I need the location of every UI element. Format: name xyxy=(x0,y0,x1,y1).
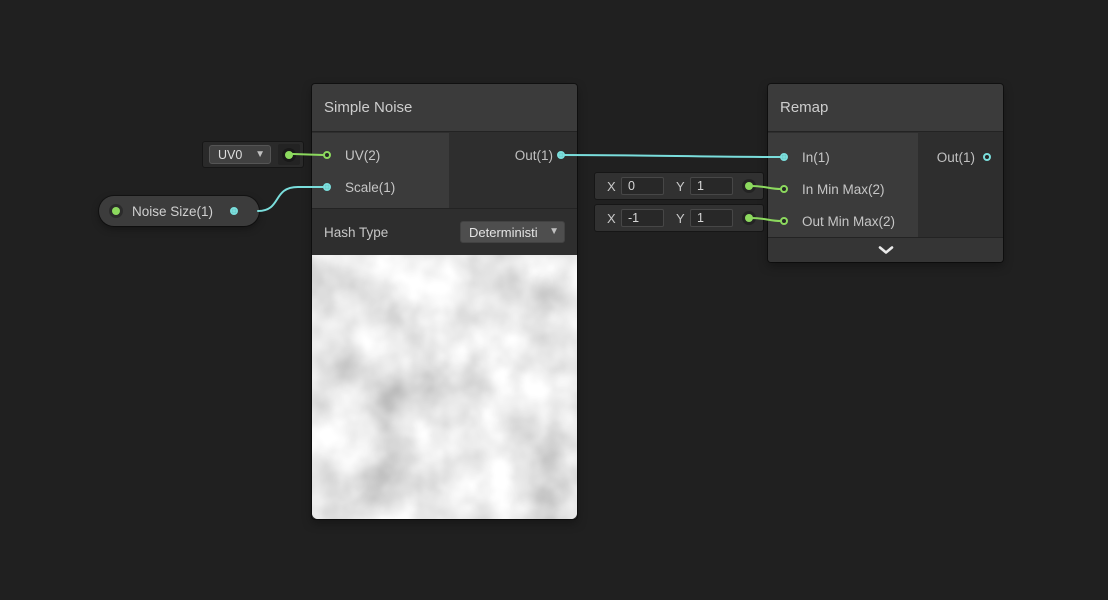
port-label-uv: UV(2) xyxy=(345,144,380,166)
hash-type-dropdown[interactable]: Deterministi ▼ xyxy=(460,221,565,243)
port-label-scale: Scale(1) xyxy=(345,176,395,198)
port-label-in-min-max: In Min Max(2) xyxy=(802,178,885,200)
x-value-field[interactable]: 0 xyxy=(621,177,664,195)
port-connected-dot xyxy=(782,155,786,159)
node-remap[interactable]: Remap In(1) In Min Max(2) Out Min Max(2)… xyxy=(768,84,1003,262)
widget-connector-dot[interactable] xyxy=(745,214,753,222)
node-expand-bar[interactable] xyxy=(768,237,1003,262)
port-uv-input[interactable] xyxy=(323,151,331,159)
hash-type-row: Hash Type Deterministi ▼ xyxy=(312,208,577,255)
chevron-down-icon: ▼ xyxy=(549,227,559,237)
y-value-field[interactable]: 1 xyxy=(690,177,733,195)
y-value-field[interactable]: 1 xyxy=(690,209,733,227)
noise-preview-image xyxy=(312,255,577,519)
node-simple-noise[interactable]: Simple Noise UV(2) Scale(1) Out(1) Hash … xyxy=(312,84,577,519)
uv-channel-value: UV0 xyxy=(218,148,242,162)
property-label: Noise Size(1) xyxy=(132,204,213,219)
node-title[interactable]: Remap xyxy=(768,84,1003,132)
chevron-down-icon: ▼ xyxy=(255,150,265,160)
widget-connector-dot[interactable] xyxy=(285,151,293,159)
widget-port-cell xyxy=(278,144,300,165)
node-title[interactable]: Simple Noise xyxy=(312,84,577,132)
hash-type-label: Hash Type xyxy=(324,225,388,240)
port-out-output[interactable] xyxy=(557,151,565,159)
uv-channel-widget: UV0 ▼ xyxy=(203,142,303,167)
port-connected-dot xyxy=(325,185,329,189)
y-axis-label: Y xyxy=(676,179,690,194)
port-scale-input[interactable] xyxy=(323,183,331,191)
uv-channel-dropdown[interactable]: UV0 ▼ xyxy=(209,145,271,164)
hash-type-value: Deterministi xyxy=(469,225,538,240)
x-axis-label: X xyxy=(607,211,621,226)
shader-graph-canvas[interactable]: Simple Noise UV(2) Scale(1) Out(1) Hash … xyxy=(0,0,1108,600)
port-label-in: In(1) xyxy=(802,146,830,168)
x-value-field[interactable]: -1 xyxy=(621,209,664,227)
port-label-out: Out(1) xyxy=(515,144,553,166)
y-axis-label: Y xyxy=(676,211,690,226)
port-property-output[interactable] xyxy=(230,207,238,215)
port-in-input[interactable] xyxy=(780,153,788,161)
widget-connector-dot[interactable] xyxy=(745,182,753,190)
port-label-out: Out(1) xyxy=(937,146,975,168)
x-axis-label: X xyxy=(607,179,621,194)
port-label-out-min-max: Out Min Max(2) xyxy=(802,210,895,232)
port-in-min-max-input[interactable] xyxy=(780,185,788,193)
port-connected-dot xyxy=(559,153,563,157)
port-out-output[interactable] xyxy=(983,153,991,161)
exposed-property-dot xyxy=(112,207,120,215)
wire-out-to-in[interactable] xyxy=(563,155,781,157)
port-connected-dot xyxy=(232,209,236,213)
out-min-max-default-widget: X -1 Y 1 xyxy=(595,205,763,231)
chevron-down-icon xyxy=(878,246,894,255)
noise-preview xyxy=(312,255,577,519)
property-node-noise-size[interactable]: Noise Size(1) xyxy=(99,196,259,226)
port-out-min-max-input[interactable] xyxy=(780,217,788,225)
in-min-max-default-widget: X 0 Y 1 xyxy=(595,173,763,199)
